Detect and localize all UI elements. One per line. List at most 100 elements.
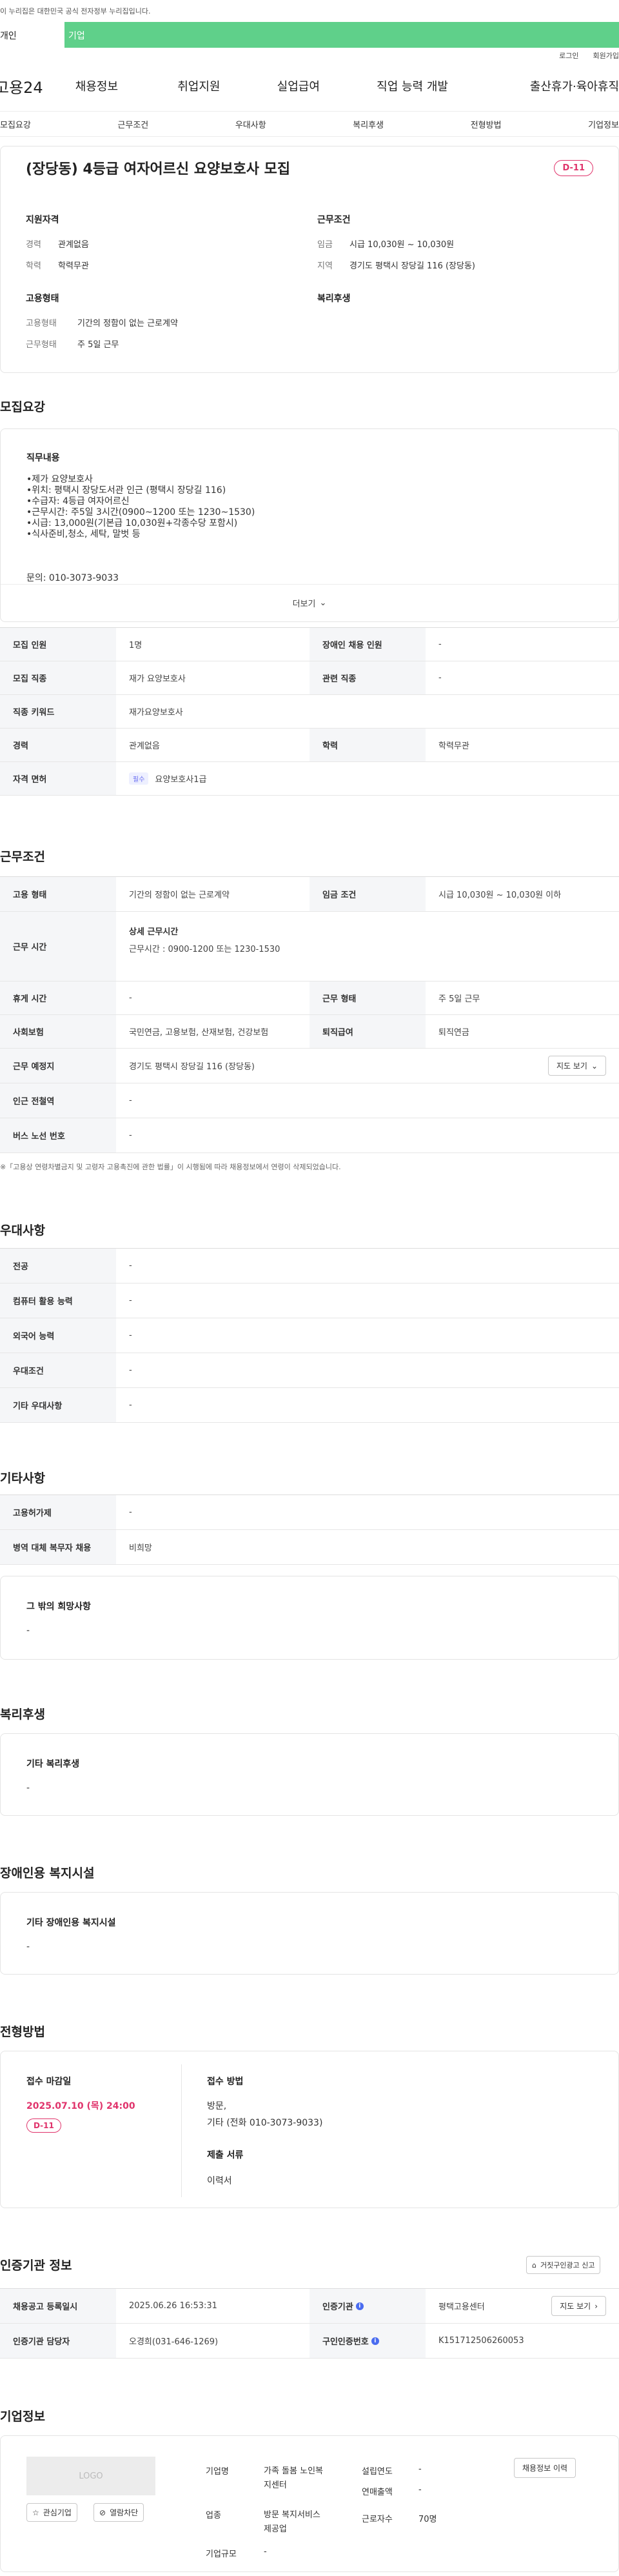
table-cell: 필수 요양보호사1급	[116, 762, 619, 795]
table-row: 인증기관 담당자 오경희(031-646-1269) 구인인증번호 i K1517…	[0, 2324, 619, 2359]
employees-value: 70명	[418, 2515, 437, 2524]
table-cell: 기간의 정함이 없는 근로계약	[129, 891, 230, 900]
gnb-employment-support[interactable]: 취업지원	[177, 77, 277, 94]
table-cell: 평택고용센터 지도 보기 ›	[426, 2289, 619, 2323]
table-row: 휴게 시간 - 근무 형태 주 5일 근무	[0, 981, 619, 1015]
summary-welfare-title: 복리후생	[317, 294, 351, 304]
deadline-value: 2025.07.10 (목) 24:00	[26, 2101, 135, 2111]
required-badge: 필수	[129, 772, 149, 785]
fake-ad-report-button[interactable]: ⌂ 거짓구인광고 신고	[526, 2256, 601, 2274]
table-cell: -	[129, 1365, 132, 1375]
summary-value: 경기도 평택시 장당길 116 (장당동)	[349, 261, 476, 271]
sales-label: 연매출액	[362, 2488, 393, 2497]
subnav-selection[interactable]: 전형방법	[471, 118, 502, 130]
job-description-title: 직무내용	[26, 453, 60, 463]
founded-value: -	[418, 2464, 422, 2474]
gov-banner: 이 누리집은 대한민국 공식 전자정부 누리집입니다.	[0, 0, 619, 22]
table-cell: -	[129, 1296, 132, 1305]
section-title-conditions: 근무조건	[0, 850, 45, 864]
agency-label: 인증기관	[322, 2302, 353, 2312]
info-icon[interactable]: i	[355, 2302, 364, 2310]
table-header: 인증기관 i	[310, 2289, 426, 2323]
agency-map-button[interactable]: 지도 보기 ›	[551, 2296, 606, 2316]
company-size-label: 기업규모	[206, 2550, 237, 2559]
favorite-company-button[interactable]: ☆ 관심기업	[26, 2503, 77, 2522]
subnav-preference[interactable]: 우대사항	[235, 118, 266, 130]
table-cell: -	[129, 1261, 132, 1271]
table-cell: -	[438, 639, 442, 649]
summary-conditions-title: 근무조건	[317, 215, 351, 225]
job-description-lines: •제가 요양보호사 •위치: 평택시 장당도서관 인근 (평택시 장당길 116…	[26, 474, 255, 540]
preference-table: 전공 - 컴퓨터 활용 능력 - 외국어 능력 - 우대조건 - 기타 우대사항 -	[0, 1248, 619, 1423]
summary-value: 시급 10,030원 ~ 10,030원	[349, 240, 455, 250]
job-description-line: •식사준비,청소, 세탁, 말벗 등	[26, 529, 141, 539]
table-header: 자격 면허	[0, 762, 116, 795]
sales-value: -	[418, 2485, 422, 2495]
tab-company[interactable]: 기업	[64, 22, 619, 48]
table-cell: 퇴직연금	[438, 1028, 469, 1038]
table-cell: -	[129, 993, 132, 1003]
more-button[interactable]: 더보기 ⌄	[1, 584, 618, 621]
age-discrimination-note: ※「고용상 연령차별금지 및 고령자 고용촉진에 관한 법률」이 시행됨에 따라…	[0, 1163, 341, 1171]
table-header: 버스 노선 번호	[0, 1118, 116, 1152]
table-cell: 오경희(031-646-1269)	[129, 2337, 219, 2347]
work-place-value: 경기도 평택시 장당길 116 (장당동)	[129, 1062, 255, 1072]
table-cell: 주 5일 근무	[438, 994, 480, 1004]
gnb-jobs[interactable]: 채용정보	[75, 77, 177, 94]
docs-title: 제출 서류	[207, 2150, 244, 2160]
summary-key: 경력	[26, 240, 41, 250]
table-row: 전공 -	[0, 1249, 619, 1283]
star-icon: ☆	[32, 2508, 39, 2517]
table-cell: 경기도 평택시 장당길 116 (장당동) 지도 보기 ⌄	[116, 1049, 619, 1083]
subnav-company[interactable]: 기업정보	[588, 118, 619, 130]
table-row: 컴퓨터 활용 능력 -	[0, 1283, 619, 1318]
section-title-disabled-facility: 장애인용 복지시설	[0, 1866, 95, 1880]
subnav-recruit[interactable]: 모집요강	[0, 118, 31, 130]
subnav-welfare[interactable]: 복리후생	[353, 118, 384, 130]
method-title: 접수 방법	[207, 2077, 244, 2087]
site-logo[interactable]: 고용24	[0, 75, 75, 97]
gnb-training[interactable]: 직업 능력 개발	[377, 77, 530, 94]
table-cell: 1명	[129, 641, 142, 650]
job-description-contact: 문의: 010-3073-9033	[26, 573, 119, 583]
method-value-2: 기타 (전화 010-3073-9033)	[207, 2118, 323, 2128]
section-title-company: 기업정보	[0, 2410, 45, 2424]
table-cell: 학력무관	[438, 741, 469, 751]
table-row: 근무 예정지 경기도 평택시 장당길 116 (장당동) 지도 보기 ⌄	[0, 1049, 619, 1083]
summary-welfare: 복리후생	[317, 292, 351, 316]
map-button[interactable]: 지도 보기 ⌄	[547, 1056, 606, 1076]
gnb-unemployment[interactable]: 실업급여	[277, 77, 377, 94]
table-row: 모집 인원 1명 장애인 채용 인원 -	[0, 628, 619, 661]
favorite-company-label: 관심기업	[43, 2508, 72, 2517]
company-name-line: 지센터	[264, 2480, 287, 2490]
block-icon: ⊘	[99, 2508, 106, 2517]
job-description-line: •시급: 13,000원(기본급 10,030원+각종수당 포함시)	[26, 518, 238, 528]
tab-personal[interactable]: 개인	[0, 22, 64, 48]
table-header: 모집 인원	[0, 628, 116, 661]
hiring-history-button[interactable]: 채용정보 이력	[514, 2458, 576, 2478]
top-tabs: 개인 기업	[0, 22, 619, 48]
table-row: 사회보험 국민연금, 고용보험, 산재보험, 건강보험 퇴직급여 퇴직연금	[0, 1015, 619, 1049]
block-view-button[interactable]: ⊘ 열람차단	[93, 2503, 144, 2522]
table-header: 휴게 시간	[0, 981, 116, 1014]
hours-detail-value: 근무시간 : 0900-1200 또는 1230-1530	[129, 945, 280, 954]
table-header: 학력	[310, 729, 426, 761]
table-header: 근무 시간	[0, 912, 116, 981]
login-link[interactable]: 로그인	[559, 50, 578, 61]
table-cell: 재가 요양보호사	[129, 674, 186, 684]
table-cell: 재가요양보호사	[129, 708, 183, 718]
table-header: 인근 전철역	[0, 1083, 116, 1118]
welfare-box-title: 기타 복리후생	[26, 1759, 80, 1769]
company-logo: LOGO	[26, 2457, 155, 2495]
summary-key: 학력	[26, 261, 41, 271]
gnb-parental-leave[interactable]: 출산휴가·육아휴직	[530, 77, 619, 94]
table-header: 구인인증번호 i	[310, 2324, 426, 2358]
info-icon[interactable]: i	[371, 2337, 379, 2345]
section-title-etc: 기타사항	[0, 1471, 45, 1485]
license-value: 요양보호사1급	[155, 775, 207, 785]
subnav-conditions[interactable]: 근무조건	[117, 118, 148, 130]
summary-value: 학력무관	[58, 261, 89, 271]
table-row: 기타 우대사항 -	[0, 1388, 619, 1423]
signup-link[interactable]: 회원가입	[593, 50, 619, 61]
industry-line: 방문 복지서비스	[264, 2510, 320, 2520]
